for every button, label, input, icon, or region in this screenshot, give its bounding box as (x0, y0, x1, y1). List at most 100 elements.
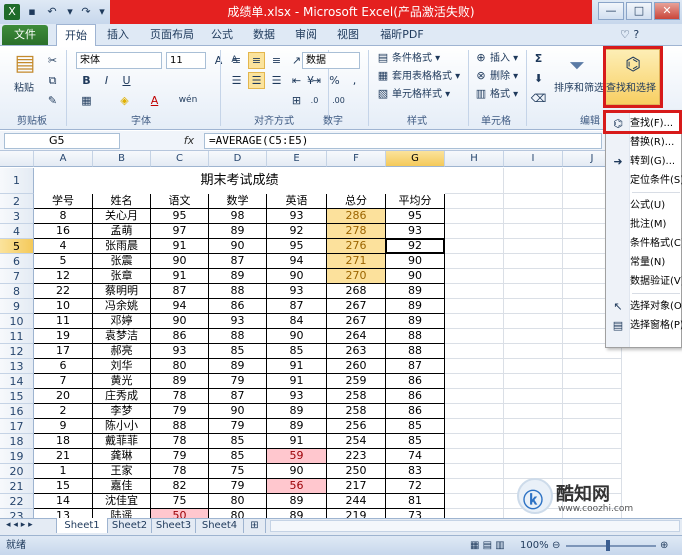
zoom-slider-thumb[interactable] (606, 540, 610, 551)
table-cell-empty[interactable] (445, 254, 504, 269)
table-header-cell[interactable]: 学号 (34, 194, 93, 209)
menu-item-3[interactable]: 定位条件(S)... (630, 172, 682, 190)
table-cell[interactable]: 80 (151, 359, 209, 374)
zoom-in-icon[interactable]: ⊕ (660, 536, 668, 555)
paste-button[interactable]: 粘贴 (14, 80, 34, 98)
table-cell[interactable]: 86 (386, 404, 445, 419)
sheet-tab-sheet1[interactable]: Sheet1 (56, 518, 108, 533)
row-header-9[interactable]: 9 (0, 299, 34, 314)
table-cell[interactable]: 10 (34, 299, 93, 314)
redo-icon[interactable]: ↷ (78, 4, 94, 20)
format-as-table-button[interactable]: ▦ 套用表格格式 ▾ (376, 68, 460, 86)
table-cell-empty[interactable] (563, 434, 622, 449)
grow-font-button[interactable]: A (210, 52, 227, 69)
table-cell[interactable]: 86 (386, 389, 445, 404)
table-header-cell[interactable]: 数学 (209, 194, 267, 209)
table-cell[interactable]: 89 (267, 419, 327, 434)
table-cell-empty[interactable] (445, 464, 504, 479)
table-cell-empty[interactable] (504, 389, 563, 404)
table-cell[interactable]: 259 (327, 374, 386, 389)
table-cell-empty[interactable] (563, 389, 622, 404)
menu-item-10[interactable]: 选择窗格(P)... (630, 317, 682, 335)
table-cell[interactable]: 74 (386, 449, 445, 464)
table-cell-empty[interactable] (445, 209, 504, 224)
table-cell-empty[interactable] (504, 344, 563, 359)
table-cell[interactable]: 郝亮 (93, 344, 151, 359)
tab-file[interactable]: 文件 (2, 25, 48, 45)
table-cell[interactable]: 80 (209, 494, 267, 509)
menu-item-2[interactable]: 转到(G)... (630, 153, 675, 171)
table-cell[interactable]: 244 (327, 494, 386, 509)
table-cell[interactable]: 217 (327, 479, 386, 494)
table-cell[interactable]: 89 (209, 224, 267, 239)
table-cell[interactable]: 91 (267, 359, 327, 374)
table-cell[interactable]: 75 (151, 494, 209, 509)
table-cell[interactable]: 82 (151, 479, 209, 494)
table-cell[interactable]: 90 (209, 239, 267, 254)
sort-filter-button[interactable]: 排序和筛选 (554, 80, 604, 98)
undo-dropdown-icon[interactable]: ▾ (62, 4, 78, 20)
table-cell[interactable]: 89 (386, 314, 445, 329)
table-header-cell[interactable]: 姓名 (93, 194, 151, 209)
column-header-d[interactable]: D (209, 151, 267, 167)
row-header-10[interactable]: 10 (0, 314, 34, 329)
table-cell-empty[interactable] (563, 419, 622, 434)
table-cell-empty[interactable] (445, 194, 504, 209)
table-cell-empty[interactable] (445, 224, 504, 239)
table-cell[interactable]: 张章 (93, 269, 151, 284)
table-cell[interactable]: 孟萌 (93, 224, 151, 239)
table-cell[interactable]: 1 (34, 464, 93, 479)
align-middle-icon[interactable]: ≡ (248, 52, 265, 69)
table-cell[interactable]: 王家 (93, 464, 151, 479)
table-cell-empty[interactable] (504, 374, 563, 389)
column-header-e[interactable]: E (267, 151, 327, 167)
table-cell[interactable]: 278 (327, 224, 386, 239)
table-cell[interactable]: 15 (34, 479, 93, 494)
table-cell[interactable]: 9 (34, 419, 93, 434)
save-icon[interactable]: ▪ (24, 4, 40, 20)
table-header-cell[interactable]: 平均分 (386, 194, 445, 209)
table-cell[interactable]: 89 (151, 374, 209, 389)
row-header-7[interactable]: 7 (0, 269, 34, 284)
undo-icon[interactable]: ↶ (44, 4, 60, 20)
table-cell[interactable]: 90 (267, 269, 327, 284)
font-color-button[interactable]: A (146, 92, 163, 109)
table-cell[interactable]: 85 (209, 434, 267, 449)
table-cell[interactable]: 88 (386, 329, 445, 344)
table-cell[interactable]: 5 (34, 254, 93, 269)
customize-toolbar-icon[interactable]: ▾ (94, 4, 110, 20)
table-cell[interactable]: 90 (267, 329, 327, 344)
formula-input[interactable]: =AVERAGE(C5:E5) (204, 133, 602, 149)
table-cell[interactable]: 91 (267, 434, 327, 449)
table-cell[interactable]: 94 (267, 254, 327, 269)
menu-item-7[interactable]: 常量(N) (630, 254, 665, 272)
table-cell[interactable]: 93 (267, 209, 327, 224)
table-cell[interactable]: 97 (151, 224, 209, 239)
underline-button[interactable]: U (118, 72, 135, 89)
table-cell[interactable]: 19 (34, 329, 93, 344)
table-cell-empty[interactable] (445, 374, 504, 389)
table-cell[interactable]: 89 (267, 494, 327, 509)
table-cell[interactable]: 89 (386, 299, 445, 314)
table-cell[interactable]: 刘华 (93, 359, 151, 374)
minimize-button[interactable]: — (598, 2, 624, 20)
table-cell-empty[interactable] (504, 419, 563, 434)
row-header-17[interactable]: 17 (0, 419, 34, 434)
row-header-4[interactable]: 4 (0, 224, 34, 239)
zoom-slider[interactable] (566, 545, 656, 547)
align-bottom-icon[interactable]: ≡ (268, 52, 285, 69)
table-cell[interactable]: 87 (151, 284, 209, 299)
select-all-corner[interactable] (0, 151, 34, 167)
table-cell[interactable]: 7 (34, 374, 93, 389)
sheet-tab-sheet2[interactable]: Sheet2 (108, 518, 152, 533)
table-cell[interactable]: 93 (267, 284, 327, 299)
table-cell-empty[interactable] (563, 374, 622, 389)
table-cell[interactable]: 张震 (93, 254, 151, 269)
table-cell[interactable]: 89 (267, 404, 327, 419)
table-cell[interactable]: 95 (151, 209, 209, 224)
column-header-h[interactable]: H (445, 151, 504, 167)
table-cell-empty[interactable] (504, 209, 563, 224)
table-cell-empty[interactable] (563, 359, 622, 374)
table-cell[interactable]: 260 (327, 359, 386, 374)
table-cell-empty[interactable] (445, 299, 504, 314)
